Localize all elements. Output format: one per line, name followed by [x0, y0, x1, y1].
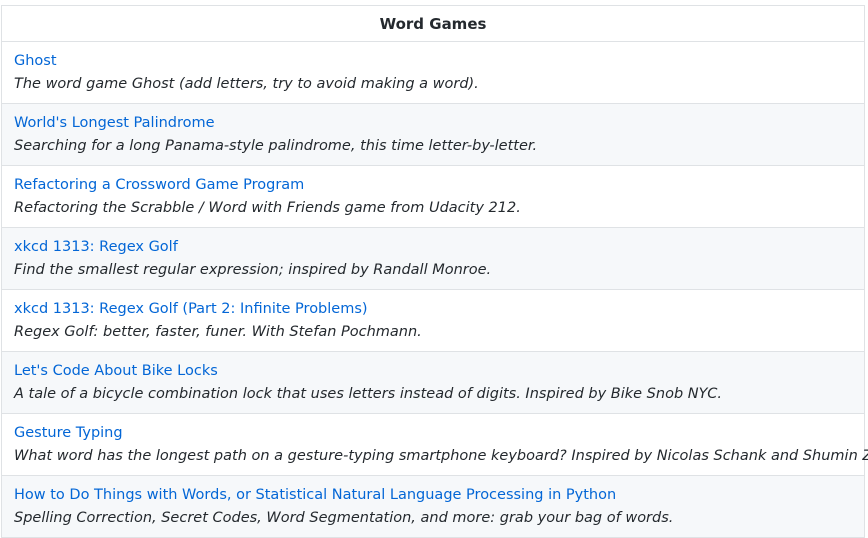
table-row: xkcd 1313: Regex Golf Find the smallest …: [1, 227, 865, 290]
table-header-row: Word Games: [1, 5, 865, 42]
entry-description: Regex Golf: better, faster, funer. With …: [14, 324, 422, 340]
entry-description: Refactoring the Scrabble / Word with Fri…: [14, 200, 521, 216]
table-row: Refactoring a Crossword Game Program Ref…: [1, 165, 865, 228]
entry-description: Spelling Correction, Secret Codes, Word …: [14, 510, 674, 526]
entry-link-ghost[interactable]: Ghost: [14, 50, 852, 72]
table-cell: World's Longest Palindrome Searching for…: [1, 103, 865, 166]
entry-link-regex-golf-part-2[interactable]: xkcd 1313: Regex Golf (Part 2: Infinite …: [14, 298, 852, 320]
entry-description: Find the smallest regular expression; in…: [14, 262, 492, 278]
table-row: World's Longest Palindrome Searching for…: [1, 103, 865, 166]
entry-link-worlds-longest-palindrome[interactable]: World's Longest Palindrome: [14, 112, 852, 134]
entry-link-gesture-typing[interactable]: Gesture Typing: [14, 422, 852, 444]
table-header-word-games: Word Games: [1, 5, 865, 42]
table-cell: Refactoring a Crossword Game Program Ref…: [1, 165, 865, 228]
entry-description: The word game Ghost (add letters, try to…: [14, 76, 479, 92]
table-cell: xkcd 1313: Regex Golf Find the smallest …: [1, 227, 865, 290]
table-row: How to Do Things with Words, or Statisti…: [1, 475, 865, 538]
table-row: Ghost The word game Ghost (add letters, …: [1, 41, 865, 104]
table-row: Let's Code About Bike Locks A tale of a …: [1, 351, 865, 414]
entry-description: A tale of a bicycle combination lock tha…: [14, 386, 722, 402]
table-cell: xkcd 1313: Regex Golf (Part 2: Infinite …: [1, 289, 865, 352]
table-cell: How to Do Things with Words, or Statisti…: [1, 475, 865, 538]
table-cell: Let's Code About Bike Locks A tale of a …: [1, 351, 865, 414]
entry-link-bike-locks[interactable]: Let's Code About Bike Locks: [14, 360, 852, 382]
table-cell: Ghost The word game Ghost (add letters, …: [1, 41, 865, 104]
table-cell: Gesture Typing What word has the longest…: [1, 413, 868, 476]
entry-description: What word has the longest path on a gest…: [14, 448, 868, 464]
table-row: Gesture Typing What word has the longest…: [1, 413, 868, 476]
entry-link-refactoring-crossword[interactable]: Refactoring a Crossword Game Program: [14, 174, 852, 196]
entry-description: Searching for a long Panama-style palind…: [14, 138, 538, 154]
entry-link-things-with-words[interactable]: How to Do Things with Words, or Statisti…: [14, 484, 852, 506]
table-row: xkcd 1313: Regex Golf (Part 2: Infinite …: [1, 289, 865, 352]
word-games-table: Word Games Ghost The word game Ghost (ad…: [1, 5, 868, 538]
entry-link-regex-golf[interactable]: xkcd 1313: Regex Golf: [14, 236, 852, 258]
